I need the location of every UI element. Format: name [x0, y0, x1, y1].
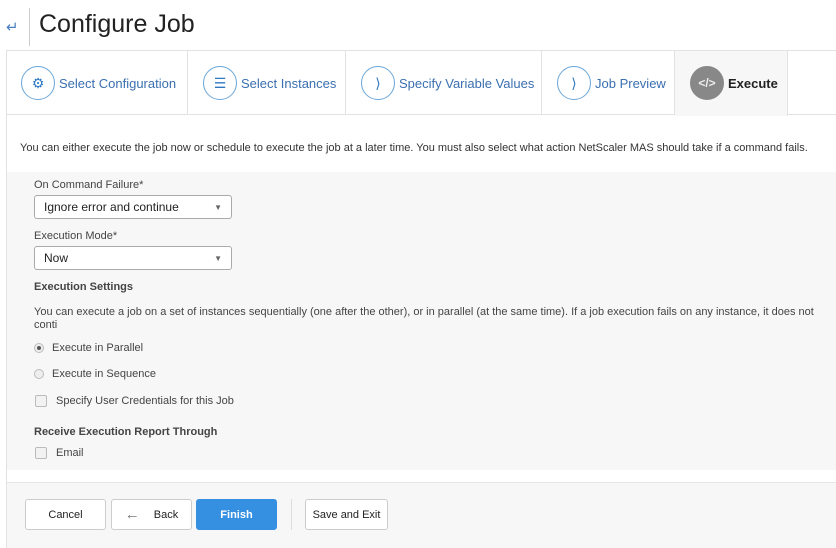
page-title: Configure Job	[39, 10, 195, 38]
finish-button[interactable]: Finish	[196, 499, 277, 530]
caret-down-icon: ▼	[214, 203, 222, 212]
gear-icon: ⚙	[21, 66, 55, 100]
back-label: Back	[153, 508, 179, 521]
radio-unselected[interactable]	[34, 369, 44, 379]
user-credentials-checkbox[interactable]: Specify User Credentials for this Job	[35, 395, 234, 407]
cancel-button[interactable]: Cancel	[25, 499, 106, 530]
email-checkbox[interactable]: Email	[35, 447, 84, 459]
command-failure-select[interactable]: Ignore error and continue ▼	[34, 195, 232, 219]
tab-specify-variable-values[interactable]: ⟩ Specify Variable Values	[346, 51, 542, 115]
tab-label: Job Preview	[595, 75, 666, 91]
checkbox[interactable]	[35, 395, 47, 407]
button-separator	[291, 499, 292, 530]
settings-description: You can execute a job on a set of instan…	[34, 306, 814, 331]
server-stack-icon: ☰	[203, 66, 237, 100]
checkbox-label: Specify User Credentials for this Job	[56, 395, 234, 407]
execute-parallel-radio[interactable]: Execute in Parallel	[34, 342, 143, 354]
tab-label: Execute	[728, 75, 778, 91]
arrow-left-icon: ←	[124, 506, 140, 523]
failure-label: On Command Failure*	[34, 179, 144, 191]
chevron-right-box-icon: ⟩	[557, 66, 591, 100]
divider	[29, 8, 30, 46]
select-value: Now	[44, 251, 69, 265]
code-icon: </>	[690, 66, 724, 100]
radio-label: Execute in Sequence	[52, 368, 156, 380]
mode-label: Execution Mode*	[34, 230, 118, 242]
tab-select-instances[interactable]: ☰ Select Instances	[188, 51, 346, 115]
caret-down-icon: ▼	[214, 254, 222, 263]
radio-selected[interactable]	[34, 343, 44, 353]
execution-settings-heading: Execution Settings	[34, 281, 134, 293]
save-and-exit-button[interactable]: Save and Exit	[305, 499, 388, 530]
tab-label: Select Instances	[241, 75, 337, 91]
report-heading: Receive Execution Report Through	[34, 426, 218, 438]
tab-select-configuration[interactable]: ⚙ Select Configuration	[6, 51, 188, 115]
intro-text: You can either execute the job now or sc…	[20, 142, 808, 154]
chevron-right-box-icon: ⟩	[361, 66, 395, 100]
select-value: Ignore error and continue	[44, 200, 179, 214]
execute-sequence-radio[interactable]: Execute in Sequence	[34, 368, 156, 380]
checkbox[interactable]	[35, 447, 47, 459]
tab-job-preview[interactable]: ⟩ Job Preview	[542, 51, 675, 115]
back-button[interactable]: ← Back	[111, 499, 192, 530]
back-arrow-icon[interactable]: ↵	[6, 18, 19, 36]
wizard-tabs: ⚙ Select Configuration ☰ Select Instances …	[6, 50, 836, 116]
tab-execute[interactable]: </> Execute	[675, 51, 788, 116]
tab-label: Select Configuration	[59, 75, 177, 91]
tab-label: Specify Variable Values	[399, 75, 535, 91]
checkbox-label: Email	[56, 447, 84, 459]
execution-mode-select[interactable]: Now ▼	[34, 246, 232, 270]
radio-label: Execute in Parallel	[52, 342, 144, 354]
